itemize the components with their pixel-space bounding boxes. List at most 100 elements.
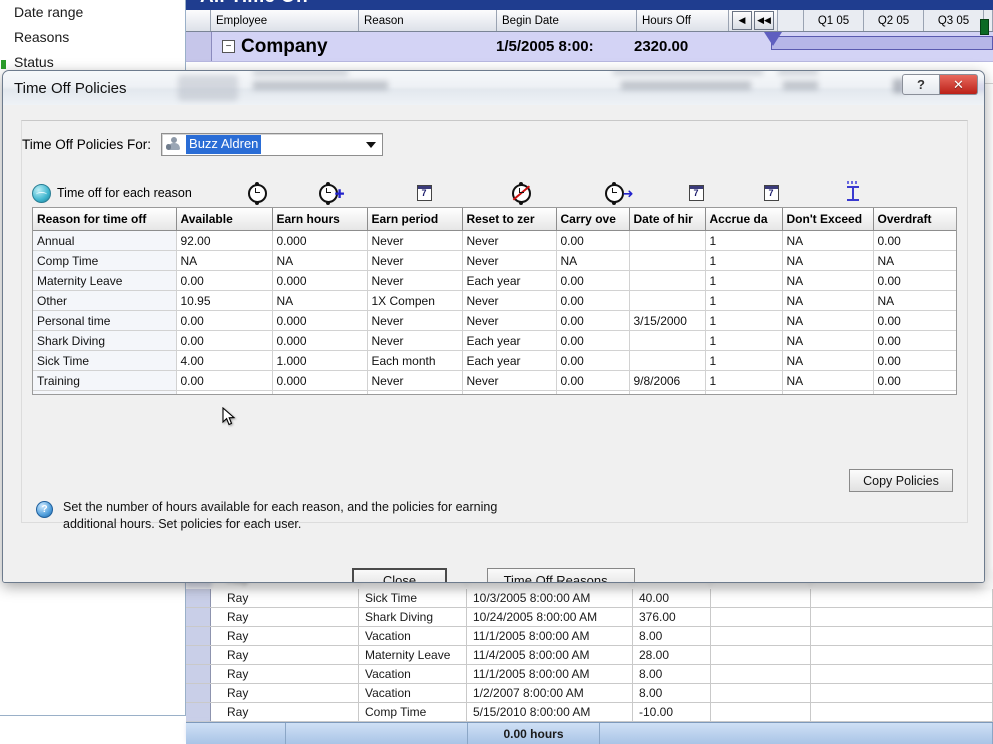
cell-overdraft[interactable]: NA xyxy=(873,390,956,394)
cell-available[interactable]: 0.00 xyxy=(176,370,273,391)
cell-date-of-hire[interactable] xyxy=(629,350,706,371)
cell-earn-period[interactable]: Each month xyxy=(367,350,463,371)
cell-available[interactable]: 10.95 xyxy=(176,290,273,311)
grid-header-hours-off[interactable]: Hours Off xyxy=(637,10,729,31)
cell-overdraft[interactable]: 0.00 xyxy=(873,350,956,371)
cell-reason[interactable]: Comp Time xyxy=(33,250,177,271)
cell-earn-period[interactable]: Never xyxy=(367,330,463,351)
col-earn-period[interactable]: Earn period xyxy=(367,208,463,231)
cell-reason[interactable]: Annual xyxy=(33,230,177,251)
text-cursor-icon[interactable] xyxy=(810,180,896,206)
cell-reason[interactable]: Maternity Leave xyxy=(33,270,177,291)
cell-date-of-hire[interactable]: 3/15/2000 xyxy=(629,310,706,331)
col-overdraft[interactable]: Overdraft xyxy=(873,208,956,231)
timeline-col-q3-05[interactable]: Q3 05 xyxy=(924,10,984,31)
cell-earn-period[interactable]: Each month xyxy=(367,390,463,394)
cell-accrue-date[interactable]: 1 xyxy=(705,230,783,251)
col-reset-to-zero[interactable]: Reset to zer xyxy=(462,208,557,231)
cell-reset-to-zero[interactable]: Each year xyxy=(462,330,557,351)
cell-date-of-hire[interactable] xyxy=(629,250,706,271)
cell-accrue-date[interactable]: 1 xyxy=(705,310,783,331)
cell-earn-hours[interactable]: 12.000 xyxy=(272,390,368,394)
cell-carry-over[interactable]: 0.00 xyxy=(556,370,630,391)
col-date-of-hire[interactable]: Date of hir xyxy=(629,208,706,231)
sidebar-item-reasons[interactable]: Reasons xyxy=(0,25,185,50)
table-row[interactable]: Ray Vacation 1/2/2007 8:00:00 AM 8.00 xyxy=(186,684,993,703)
cell-reset-to-zero[interactable]: Never xyxy=(462,370,557,391)
cell-reset-to-zero[interactable]: Never xyxy=(462,230,557,251)
table-row[interactable]: Ray Maternity Leave 11/4/2005 8:00:00 AM… xyxy=(186,646,993,665)
help-button[interactable]: ? xyxy=(902,74,940,95)
cell-date-of-hire[interactable]: 9/8/2006 xyxy=(629,370,706,391)
table-row[interactable]: Training 0.00 0.000 Never Never 0.00 9/8/2006 1… xyxy=(33,370,956,391)
timeline-prev-button[interactable]: ◀ xyxy=(732,11,752,30)
cell-earn-hours[interactable]: 0.000 xyxy=(272,270,368,291)
cell-dont-exceed[interactable]: NA xyxy=(782,230,874,251)
cell-overdraft[interactable]: NA xyxy=(873,290,956,311)
cell-available[interactable]: 59.00 xyxy=(176,390,273,394)
cell-earn-hours[interactable]: 0.000 xyxy=(272,310,368,331)
cell-overdraft[interactable]: 0.00 xyxy=(873,370,956,391)
cell-reason[interactable]: Other xyxy=(33,290,177,311)
cell-overdraft[interactable]: 0.00 xyxy=(873,330,956,351)
dialog-title-bar[interactable]: Time Off Policies ? ✕ xyxy=(3,71,984,106)
clock-icon[interactable] xyxy=(232,180,282,206)
cell-reset-to-zero[interactable]: Each year xyxy=(462,390,557,394)
cell-reset-to-zero[interactable]: Each year xyxy=(462,270,557,291)
calendar-icon[interactable] xyxy=(660,180,732,206)
timeline-col-q2-05[interactable]: Q2 05 xyxy=(864,10,924,31)
table-row[interactable]: Maternity Leave 0.00 0.000 Never Each year 0.… xyxy=(33,270,956,291)
col-earn-hours[interactable]: Earn hours xyxy=(272,208,368,231)
cell-date-of-hire[interactable] xyxy=(629,270,706,291)
cell-accrue-date[interactable]: 1 xyxy=(705,350,783,371)
cell-available[interactable]: 4.00 xyxy=(176,350,273,371)
time-off-reasons-button[interactable]: Time Off Reasons... xyxy=(487,567,635,582)
cell-earn-period[interactable]: Never xyxy=(367,370,463,391)
cell-earn-hours[interactable]: 1.000 xyxy=(272,350,368,371)
user-select[interactable]: Buzz Aldren xyxy=(161,133,384,156)
cell-earn-period[interactable]: Never xyxy=(367,230,463,251)
cell-available[interactable]: 0.00 xyxy=(176,310,273,331)
cell-date-of-hire[interactable] xyxy=(629,330,706,351)
cell-available[interactable]: NA xyxy=(176,250,273,271)
cell-earn-hours[interactable]: 0.000 xyxy=(272,370,368,391)
table-row[interactable]: Ray Comp Time 5/15/2010 8:00:00 AM -10.0… xyxy=(186,703,993,722)
table-row[interactable]: Annual 92.00 0.000 Never Never 0.00 1 NA 0.00 xyxy=(33,230,956,251)
cell-accrue-date[interactable]: 1 xyxy=(705,390,783,394)
cell-dont-exceed[interactable]: NA xyxy=(782,350,874,371)
cell-reason[interactable]: Sick Time xyxy=(33,350,177,371)
cell-reset-to-zero[interactable]: Never xyxy=(462,250,557,271)
table-row[interactable]: Ray Shark Diving 10/24/2005 8:00:00 AM 3… xyxy=(186,608,993,627)
cell-dont-exceed[interactable]: NA xyxy=(782,330,874,351)
cell-dont-exceed[interactable]: NA xyxy=(782,290,874,311)
cell-overdraft[interactable]: 0.00 xyxy=(873,230,956,251)
col-reason-for-time-off[interactable]: Reason for time off xyxy=(33,208,177,231)
cell-reset-to-zero[interactable]: Never xyxy=(462,310,557,331)
cell-available[interactable]: 0.00 xyxy=(176,270,273,291)
table-row[interactable]: Sick Time 4.00 1.000 Each month Each year 0.0… xyxy=(33,350,956,371)
cell-carry-over[interactable]: NA xyxy=(556,250,630,271)
cell-reset-to-zero[interactable]: Each year xyxy=(462,350,557,371)
cell-reason[interactable]: Personal time xyxy=(33,310,177,331)
cell-carry-over[interactable]: 0.00 xyxy=(556,350,630,371)
table-row[interactable]: Ray Vacation 11/1/2005 8:00:00 AM 8.00 xyxy=(186,627,993,646)
col-carry-over[interactable]: Carry ove xyxy=(556,208,630,231)
table-row[interactable]: Comp Time NA NA Never Never NA 1 NA NA xyxy=(33,250,956,271)
cell-accrue-date[interactable]: 1 xyxy=(705,290,783,311)
cell-earn-hours[interactable]: NA xyxy=(272,290,368,311)
cell-date-of-hire[interactable] xyxy=(629,230,706,251)
close-icon[interactable]: ✕ xyxy=(940,74,978,95)
clock-add-icon[interactable]: ✚ xyxy=(282,180,374,206)
cell-earn-period[interactable]: Never xyxy=(367,270,463,291)
chevron-down-icon[interactable] xyxy=(362,136,380,153)
cell-accrue-date[interactable]: 1 xyxy=(705,330,783,351)
cell-reset-to-zero[interactable]: Never xyxy=(462,290,557,311)
cell-accrue-date[interactable]: 1 xyxy=(705,270,783,291)
cell-overdraft[interactable]: NA xyxy=(873,250,956,271)
timeline-col-q1-05[interactable]: Q1 05 xyxy=(804,10,864,31)
table-row[interactable]: Shark Diving 0.00 0.000 Never Each year 0.00 1… xyxy=(33,330,956,351)
cell-overdraft[interactable]: 0.00 xyxy=(873,310,956,331)
cell-available[interactable]: 92.00 xyxy=(176,230,273,251)
table-row[interactable]: Other 10.95 NA 1X Compen Never 0.00 1 NA NA xyxy=(33,290,956,311)
grid-header-reason[interactable]: Reason xyxy=(359,10,497,31)
